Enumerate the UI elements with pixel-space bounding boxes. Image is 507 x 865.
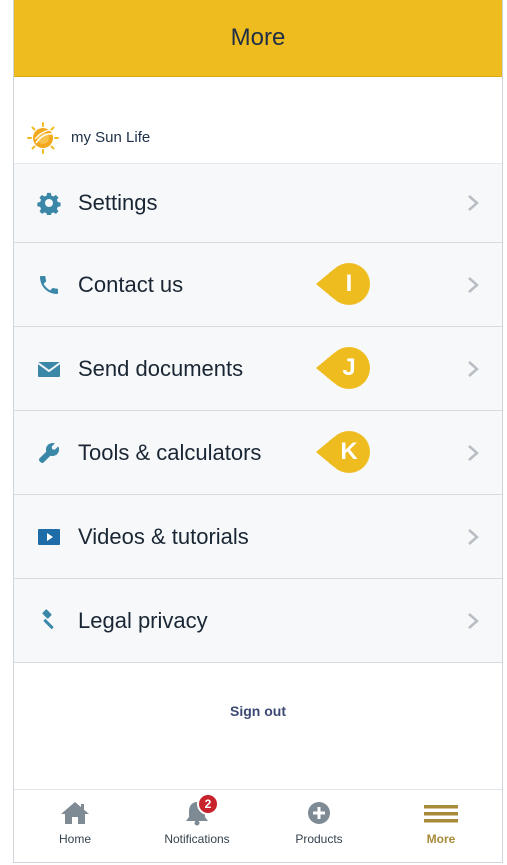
plus-circle-icon	[308, 802, 330, 824]
callout-badge: I	[328, 263, 370, 305]
hamburger-icon	[424, 805, 458, 823]
tab-label: More	[426, 832, 456, 846]
chevron-right-icon	[468, 360, 479, 377]
gavel-icon	[36, 608, 62, 634]
tab-notifications[interactable]: 2 Notifications	[136, 790, 258, 862]
chevron-right-icon	[468, 528, 479, 545]
envelope-icon	[36, 356, 62, 382]
menu-item-legal-privacy[interactable]: Legal privacy	[14, 579, 502, 663]
menu-item-label: Videos & tutorials	[78, 523, 249, 549]
menu-item-label: Send documents	[78, 355, 244, 381]
brand-row: my Sun Life	[14, 77, 502, 164]
notification-badge: 2	[197, 793, 219, 815]
phone-icon	[36, 272, 62, 298]
gear-icon	[36, 190, 62, 216]
app-frame: More my Sun Life Settings Contact us I S…	[13, 0, 503, 863]
callout-marker: J	[316, 347, 370, 389]
video-icon	[36, 524, 62, 550]
tab-products[interactable]: Products	[258, 790, 380, 862]
tab-home[interactable]: Home	[14, 790, 136, 862]
menu-list: Settings Contact us I Send documents J T…	[14, 164, 502, 663]
sun-life-logo-icon	[27, 122, 59, 154]
home-icon	[61, 802, 89, 824]
menu-item-label: Legal privacy	[78, 607, 208, 633]
menu-item-videos-tutorials[interactable]: Videos & tutorials	[14, 495, 502, 579]
chevron-right-icon	[468, 444, 479, 461]
menu-item-send-documents[interactable]: Send documents J	[14, 327, 502, 411]
menu-item-label: Settings	[78, 190, 158, 215]
tab-label: Products	[295, 832, 343, 846]
bottom-tab-bar: Home 2 Notifications Products More	[14, 789, 502, 862]
wrench-icon	[36, 440, 62, 466]
signout-area: Sign out	[14, 663, 502, 758]
page-title: More	[230, 24, 286, 51]
menu-item-settings[interactable]: Settings	[14, 164, 502, 243]
callout-marker: K	[316, 431, 370, 473]
sign-out-link[interactable]: Sign out	[230, 703, 286, 719]
menu-item-label: Tools & calculators	[78, 439, 262, 465]
callout-marker: I	[316, 263, 370, 305]
callout-badge: J	[328, 347, 370, 389]
header-bar: More	[14, 0, 502, 77]
tab-label: Home	[58, 832, 91, 846]
tab-label: Notifications	[164, 832, 230, 846]
menu-item-tools-calculators[interactable]: Tools & calculators K	[14, 411, 502, 495]
chevron-right-icon	[468, 276, 479, 293]
chevron-right-icon	[468, 612, 479, 629]
menu-item-label: Contact us	[78, 271, 184, 297]
callout-badge: K	[328, 431, 370, 473]
brand-name: my Sun Life	[71, 129, 151, 146]
tab-more[interactable]: More	[380, 790, 502, 862]
chevron-right-icon	[468, 195, 479, 211]
menu-item-contact-us[interactable]: Contact us I	[14, 243, 502, 327]
